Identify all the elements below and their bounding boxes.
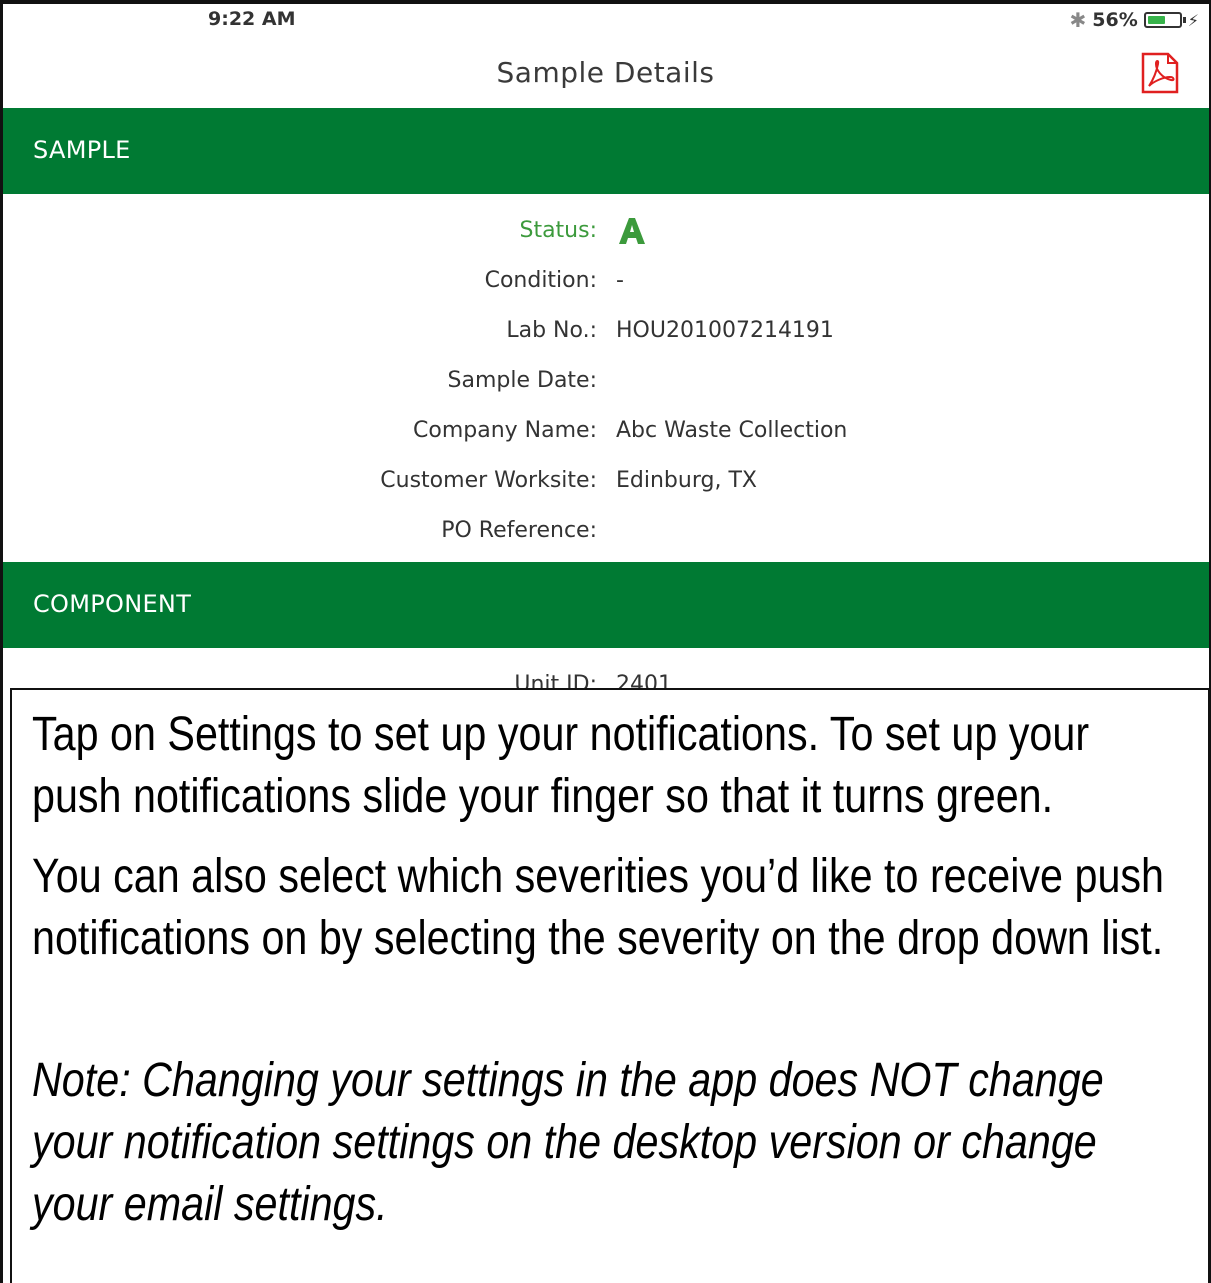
po-reference-row: PO Reference: (0, 510, 1211, 550)
page-title: Sample Details (496, 56, 715, 89)
callout-paragraph-settings: Tap on Settings to set up your notificat… (32, 708, 1090, 823)
condition-value: - (616, 268, 624, 293)
battery-percent: 56% (1092, 9, 1138, 31)
po-reference-label: PO Reference: (441, 518, 597, 543)
status-label: Status: (519, 218, 597, 243)
lab-no-value: HOU201007214191 (616, 318, 834, 343)
customer-worksite-label: Customer Worksite: (380, 468, 597, 493)
charging-bolt-icon: ⚡ (1187, 10, 1199, 30)
left-edge-accent (0, 404, 3, 490)
callout-paragraph-note: Note: Changing your settings in the app … (32, 1054, 1104, 1231)
battery-icon (1143, 12, 1186, 28)
instruction-callout: Tap on Settings to set up your notificat… (10, 688, 1210, 1283)
sample-section-title: SAMPLE (33, 136, 131, 164)
pdf-icon[interactable] (1140, 52, 1180, 94)
left-edge-accent (0, 1066, 3, 1150)
left-edge-accent (0, 1200, 3, 1283)
status-row: Status: (0, 210, 1211, 250)
nav-bar: Sample Details (0, 40, 1211, 108)
status-a-icon (619, 218, 645, 244)
customer-worksite-value: Edinburg, TX (616, 468, 757, 493)
condition-label: Condition: (484, 268, 597, 293)
status-right: ✱ 56% ⚡ (1070, 8, 1199, 32)
company-name-label: Company Name: (413, 418, 597, 443)
status-time: 9:22 AM (208, 8, 296, 30)
sample-date-row: Sample Date: (0, 360, 1211, 400)
company-name-row: Company Name: Abc Waste Collection (0, 410, 1211, 450)
lab-no-label: Lab No.: (506, 318, 597, 343)
lab-no-row: Lab No.: HOU201007214191 (0, 310, 1211, 350)
callout-paragraph-severities: You can also select which severities you… (32, 850, 1165, 965)
status-bar: 9:22 AM ✱ 56% ⚡ (0, 6, 1211, 34)
condition-row: Condition: - (0, 260, 1211, 300)
sample-date-label: Sample Date: (447, 368, 597, 393)
component-section-title: COMPONENT (33, 590, 192, 618)
customer-worksite-row: Customer Worksite: Edinburg, TX (0, 460, 1211, 500)
sample-section-header: SAMPLE (3, 108, 1209, 194)
bluetooth-icon: ✱ (1069, 8, 1087, 32)
component-section-header: COMPONENT (3, 562, 1209, 648)
company-name-value: Abc Waste Collection (616, 418, 848, 443)
